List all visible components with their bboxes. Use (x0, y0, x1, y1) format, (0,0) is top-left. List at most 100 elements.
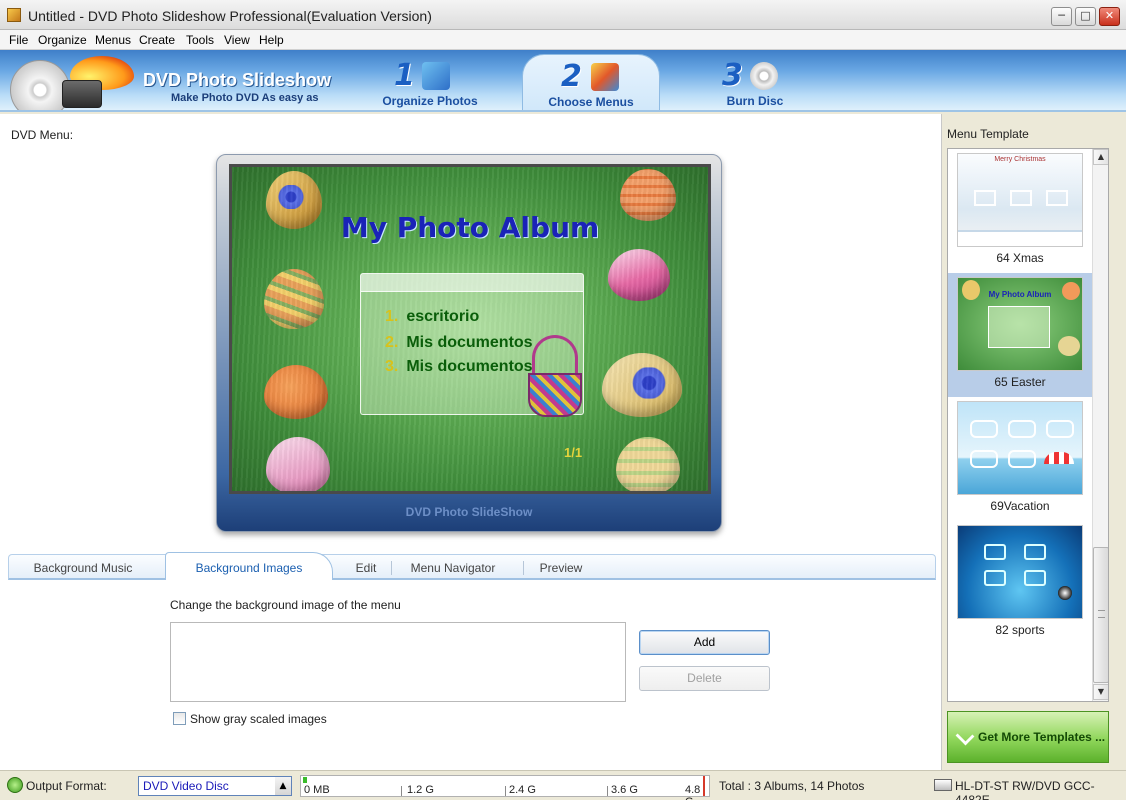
menu-create[interactable]: Create (139, 33, 175, 47)
template-thumbnail (957, 525, 1083, 619)
scrollbar-thumb[interactable] (1093, 547, 1108, 683)
brand-name: DVD Photo Slideshow (143, 70, 332, 90)
menu-bar: File Organize Menus Create Tools View He… (0, 30, 1126, 50)
status-bar: Output Format: DVD Video Disc ▲ 0 MB 1.2… (0, 770, 1126, 800)
delete-button[interactable]: Delete (639, 666, 770, 691)
template-pane: Menu Template Merry Christmas 64 Xmas My… (943, 114, 1126, 770)
menu-tools[interactable]: Tools (186, 33, 214, 47)
easter-egg-icon (264, 269, 324, 329)
menu-file[interactable]: File (9, 33, 28, 47)
template-item-xmas[interactable]: Merry Christmas 64 Xmas (948, 149, 1092, 273)
panel-instruction: Change the background image of the menu (170, 598, 401, 612)
template-item-sports[interactable]: 82 sports (948, 521, 1092, 645)
tab-menu-navigator[interactable]: Menu Navigator (399, 555, 507, 580)
ruler-label: 2.4 G (509, 784, 536, 796)
menu-help[interactable]: Help (259, 33, 284, 47)
minimize-button[interactable]: ─ (1051, 7, 1072, 26)
menu-entry[interactable]: 1. escritorio (385, 308, 479, 326)
template-name: 65 Easter (994, 375, 1046, 389)
easter-basket-icon (528, 373, 582, 417)
preview-screen: My Photo Album 1. escritorio 2. Mis docume… (229, 164, 711, 494)
template-thumbnail: My Photo Album (957, 277, 1083, 371)
step-burn-disc[interactable]: 3 Burn Disc (700, 54, 810, 110)
ruler-label: 1.2 G (407, 784, 434, 796)
output-format-label: Output Format: (26, 779, 107, 793)
menu-entry[interactable]: 3. Mis documentos (385, 358, 533, 376)
step-number: 1 (394, 58, 415, 93)
template-item-easter[interactable]: My Photo Album 65 Easter (948, 273, 1092, 397)
drive-name: HL-DT-ST RW/DVD GCC-4482E (955, 779, 1095, 800)
dvd-menu-label: DVD Menu: (11, 128, 74, 142)
get-more-templates-button[interactable]: Get More Templates ... (947, 711, 1109, 763)
easter-egg-icon (264, 365, 328, 419)
checkmark-icon (955, 726, 975, 746)
tab-background-images[interactable]: Background Images (165, 552, 333, 580)
ruler-label: 3.6 G (611, 784, 638, 796)
menu-template-label: Menu Template (947, 127, 1029, 141)
template-scrollbar[interactable]: ▲ ▼ (1092, 149, 1108, 701)
add-button[interactable]: Add (639, 630, 770, 655)
scroll-down-icon[interactable]: ▼ (1093, 684, 1108, 700)
window-title: Untitled - DVD Photo Slideshow Professio… (28, 8, 432, 24)
output-format-value: DVD Video Disc (143, 779, 229, 793)
maximize-button[interactable]: □ (1075, 7, 1096, 26)
main-panel: DVD Menu: My Photo Album 1. escritorio 2.… (0, 114, 942, 770)
template-name: 82 sports (995, 623, 1045, 637)
capacity-fill (303, 777, 307, 783)
template-thumbnail (957, 401, 1083, 495)
album-title: My Photo Album (340, 211, 600, 244)
menu-entry[interactable]: 2. Mis documentos (385, 334, 533, 352)
title-bar: Untitled - DVD Photo Slideshow Professio… (0, 0, 1126, 30)
template-name: 64 Xmas (996, 251, 1044, 265)
step-label: Choose Menus (548, 95, 634, 109)
burn-disc-icon (750, 62, 778, 90)
output-format-select[interactable]: DVD Video Disc ▲ (138, 776, 292, 796)
ribbon-bow-icon (629, 367, 669, 399)
output-format-icon (7, 777, 23, 793)
disc-capacity-ruler: 0 MB 1.2 G 2.4 G 3.6 G 4.8 G (300, 775, 710, 800)
step-label: Burn Disc (726, 94, 784, 108)
step-number: 2 (561, 59, 582, 94)
brand-tagline: Make Photo DVD As easy as (171, 92, 319, 104)
easter-egg-icon (602, 353, 682, 417)
easter-egg-icon (266, 437, 330, 491)
gray-scale-label: Show gray scaled images (190, 712, 327, 726)
dvd-menu-preview: My Photo Album 1. escritorio 2. Mis docume… (216, 154, 722, 532)
disc-logo-icon (10, 60, 70, 110)
menus-icon (591, 63, 619, 91)
total-summary: Total : 3 Albums, 14 Photos (719, 779, 865, 793)
capacity-limit-marker (703, 776, 705, 796)
template-item-vacation[interactable]: 69Vacation (948, 397, 1092, 521)
step-number: 3 (722, 58, 743, 93)
tab-preview[interactable]: Preview (529, 555, 593, 580)
template-name: 69Vacation (990, 499, 1050, 513)
easter-egg-icon (616, 437, 680, 491)
dvd-drive-icon (934, 779, 952, 791)
menu-organize[interactable]: Organize (38, 33, 87, 47)
workflow-banner: DVD Photo Slideshow Make Photo DVD As ea… (0, 50, 1126, 112)
template-list: Merry Christmas 64 Xmas My Photo Album 6… (947, 148, 1109, 702)
camera-logo-icon (62, 80, 102, 108)
tab-edit[interactable]: Edit (343, 555, 389, 580)
easter-egg-icon (608, 249, 670, 301)
ruler-label: 4.8 G (685, 784, 701, 800)
tab-background-music[interactable]: Background Music (15, 555, 151, 580)
step-organize-photos[interactable]: 1 Organize Photos (370, 54, 490, 110)
step-label: Organize Photos (382, 94, 478, 108)
menu-view[interactable]: View (224, 33, 250, 47)
frame-caption: DVD Photo SlideShow (405, 505, 533, 519)
menu-menus[interactable]: Menus (95, 33, 131, 47)
close-button[interactable]: ✕ (1099, 7, 1120, 26)
step-choose-menus[interactable]: 2 Choose Menus (522, 54, 660, 110)
app-icon (7, 8, 21, 22)
photos-icon (422, 62, 450, 90)
scroll-up-icon[interactable]: ▲ (1093, 149, 1108, 165)
page-indicator: 1/1 (564, 445, 583, 460)
tab-bar: Background Music Background Images Edit … (8, 552, 936, 580)
ribbon-bow-icon (276, 185, 306, 209)
gray-scale-checkbox[interactable] (173, 712, 186, 725)
dropdown-arrow-icon[interactable]: ▲ (275, 777, 291, 795)
template-thumbnail: Merry Christmas (957, 153, 1083, 247)
background-image-list[interactable] (170, 622, 626, 702)
ruler-label: 0 MB (304, 784, 330, 796)
